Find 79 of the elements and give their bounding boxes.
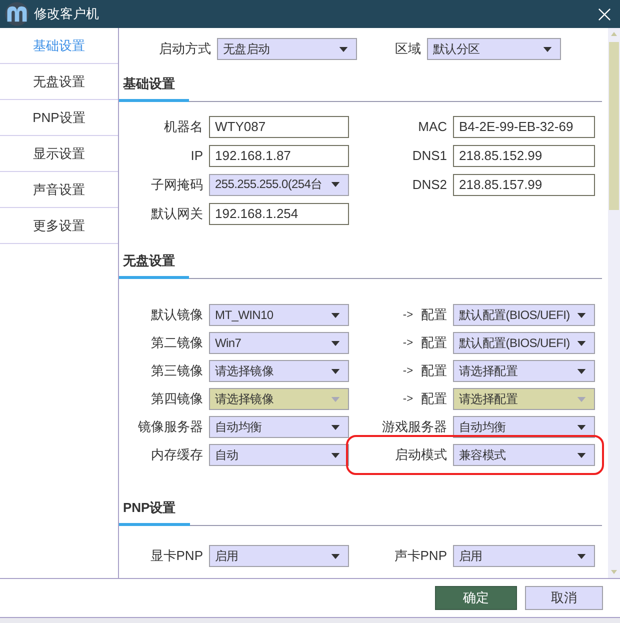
dropdown[interactable]: 启用 — [453, 545, 595, 567]
caret-icon — [331, 182, 340, 187]
dropdown[interactable]: Win7 — [209, 332, 349, 354]
section-title: PNP设置 — [119, 499, 190, 526]
dropdown[interactable]: 无盘启动 — [217, 38, 357, 60]
arrow-text: -> — [402, 393, 413, 405]
field-label: 配置 — [421, 306, 447, 324]
input-field[interactable]: 192.168.1.254 — [209, 202, 349, 224]
dropdown[interactable]: 自动均衡 — [453, 416, 595, 438]
field-label: 启动方式 — [158, 40, 211, 58]
field-label: 默认镜像 — [150, 306, 203, 324]
field-label: 第三镜像 — [150, 362, 203, 380]
caret-icon — [577, 368, 586, 374]
sidebar-item[interactable]: 更多设置 — [0, 208, 118, 244]
field-label: 区域 — [394, 40, 421, 58]
dropdown[interactable]: 兼容模式 — [453, 444, 595, 466]
field-label: 机器名 — [163, 118, 203, 136]
caret-icon — [339, 46, 348, 52]
dropdown[interactable]: 255.255.255.0(254台 — [209, 174, 349, 196]
input-field[interactable]: 218.85.157.99 — [453, 174, 595, 196]
caret-icon — [577, 396, 586, 402]
dropdown[interactable]: MT_WIN10 — [209, 304, 349, 326]
field-label: 第二镜像 — [150, 334, 203, 352]
input-field[interactable]: WTY087 — [209, 116, 349, 138]
dropdown[interactable]: 请选择镜像 — [209, 360, 349, 382]
caret-icon — [331, 368, 340, 374]
caret-icon — [577, 340, 586, 346]
close-icon[interactable] — [598, 8, 611, 20]
input-field[interactable]: 192.168.1.87 — [209, 144, 349, 166]
caret-icon — [577, 554, 586, 558]
field-label: 子网掩码 — [150, 176, 203, 194]
caret-icon — [331, 452, 340, 458]
caret-icon — [331, 312, 340, 318]
dropdown[interactable]: 自动 — [209, 444, 349, 466]
caret-icon — [331, 424, 340, 430]
arrow-text: -> — [402, 365, 413, 377]
field-label: IP — [190, 148, 203, 163]
field-label: 镜像服务器 — [137, 418, 203, 436]
field-label: 配置 — [421, 334, 447, 352]
confirm-button[interactable]: 确定 — [435, 586, 517, 610]
dropdown[interactable]: 默认配置(BIOS/UEFI) — [453, 304, 595, 326]
field-label: 声卡PNP — [394, 547, 447, 565]
field-label: 内存缓存 — [150, 446, 203, 464]
field-label: 默认网关 — [150, 204, 203, 222]
field-label: 配置 — [421, 362, 447, 380]
dropdown[interactable]: 默认分区 — [427, 38, 561, 60]
dropdown[interactable]: 请选择配置 — [453, 360, 595, 382]
field-label: 第四镜像 — [150, 390, 203, 408]
caret-icon — [543, 46, 552, 52]
section-title: 无盘设置 — [119, 252, 189, 279]
dropdown[interactable]: 启用 — [209, 545, 349, 567]
caret-icon — [331, 396, 340, 402]
arrow-text: -> — [402, 337, 413, 349]
caret-icon — [577, 424, 586, 430]
scrollbar[interactable] — [608, 28, 620, 578]
window-title: 修改客户机 — [34, 5, 99, 23]
caret-icon — [577, 312, 586, 318]
sidebar-item[interactable]: PNP设置 — [0, 100, 118, 136]
field-label: 游戏服务器 — [382, 418, 447, 436]
field-label: 启动模式 — [395, 446, 447, 464]
sidebar-item[interactable]: 无盘设置 — [0, 64, 118, 100]
dropdown[interactable]: 自动均衡 — [209, 416, 349, 438]
dropdown[interactable]: 默认配置(BIOS/UEFI) — [453, 332, 595, 354]
field-label: DNS2 — [412, 177, 447, 192]
caret-icon — [577, 452, 586, 458]
field-label: 显卡PNP — [149, 547, 203, 565]
field-label: DNS1 — [412, 148, 447, 163]
section-title: 基础设置 — [119, 75, 189, 102]
input-field[interactable]: B4-2E-99-EB-32-69 — [453, 116, 595, 138]
sidebar-item[interactable]: 声音设置 — [0, 172, 118, 208]
cancel-button[interactable]: 取消 — [525, 586, 603, 610]
field-label: MAC — [418, 119, 447, 134]
arrow-text: -> — [402, 309, 413, 321]
logo-icon — [4, 2, 30, 26]
field-label: 配置 — [421, 390, 447, 408]
input-field[interactable]: 218.85.152.99 — [453, 144, 595, 166]
caret-icon — [331, 554, 340, 558]
sidebar-item[interactable]: 显示设置 — [0, 136, 118, 172]
caret-icon — [331, 340, 340, 346]
